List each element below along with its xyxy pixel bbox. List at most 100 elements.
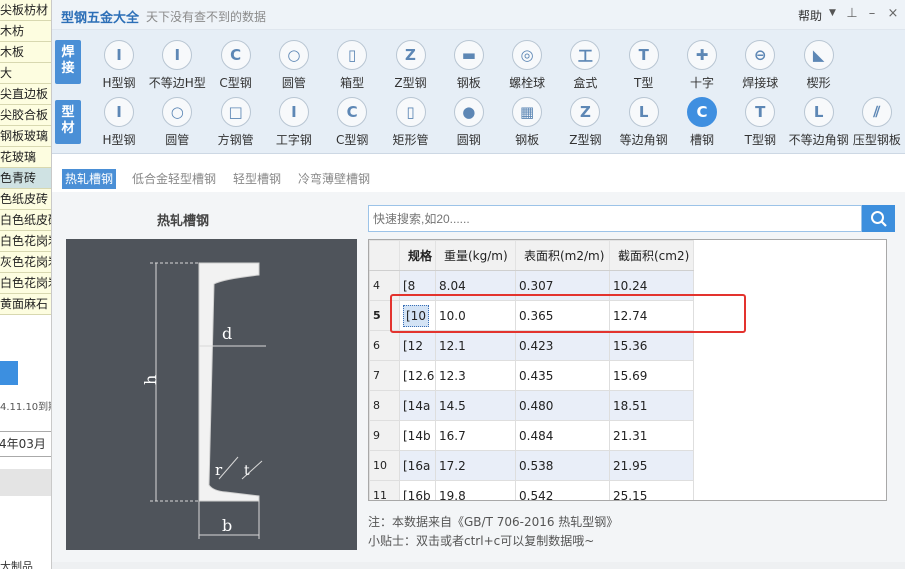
column-header[interactable]: 规格 xyxy=(399,240,436,271)
tab-3[interactable]: 冷弯薄壁槽钢 xyxy=(295,169,373,189)
profile-shape-icon: ⫽ xyxy=(861,97,892,127)
tool-row1-12[interactable]: ◣ 楔形 xyxy=(785,40,853,91)
profile-shape-icon: I xyxy=(162,40,193,70)
table-row[interactable]: 10 [16a 17.2 0.538 21.95 xyxy=(369,450,694,481)
category-toolbar: 焊接 型材 I H型钢 I 不等边H型 C C型钢 ○ 圆管 ▯ 箱型 Z Z型钢 ▬ 钢板 ◎ 螺栓球工盒式… xyxy=(52,30,905,154)
table-cell[interactable]: [16b xyxy=(399,480,436,500)
spec-table-container: 规格 重量(kg/m) 表面积(m2/m) 截面积(cm2) 4 [8 8.04 0.307… xyxy=(368,239,887,501)
gray-bar xyxy=(0,469,51,496)
spec-table: 规格 重量(kg/m) 表面积(m2/m) 截面积(cm2) 4 [8 8.04 0.307… xyxy=(369,240,694,500)
tab-0[interactable]: 热轧槽钢 xyxy=(62,169,117,189)
tab-1[interactable]: 低合金轻型槽钢 xyxy=(129,169,219,189)
table-cell[interactable]: 0.423 xyxy=(515,330,610,361)
label-d: d xyxy=(222,324,232,343)
blue-button[interactable] xyxy=(0,361,18,385)
profile-shape-icon: ▯ xyxy=(337,40,368,70)
group-tab-welded[interactable]: 焊接 xyxy=(55,40,81,84)
group-tab-welded-label: 焊接 xyxy=(61,45,75,76)
label-r: r xyxy=(215,461,223,479)
table-cell[interactable]: 14.5 xyxy=(435,390,516,421)
table-cell[interactable]: [14a xyxy=(399,390,436,421)
table-row[interactable]: 6 [12 12.1 0.423 15.36 xyxy=(369,330,694,361)
table-cell[interactable]: 15.36 xyxy=(609,330,694,361)
table-cell[interactable]: 12.1 xyxy=(435,330,516,361)
table-cell[interactable]: [14b xyxy=(399,420,436,451)
material-list-item[interactable]: 木枋 xyxy=(0,21,51,42)
material-list-item[interactable]: 色纸皮砖 xyxy=(0,189,51,210)
minimize-icon[interactable]: – xyxy=(865,6,879,21)
table-cell[interactable]: 12.3 xyxy=(435,360,516,391)
background-app-panel: 尖板枋材木枋木板大尖直边板尖胶合板钢板玻璃花玻璃色青砖色纸皮砖白色纸皮砖白色花岗… xyxy=(0,0,52,569)
profile-shape-icon: ○ xyxy=(278,40,309,70)
table-cell[interactable]: 0.484 xyxy=(515,420,610,451)
profile-shape-icon: I xyxy=(278,97,309,127)
table-cell[interactable]: 0.538 xyxy=(515,450,610,481)
material-list-item[interactable]: 白色花岗岩 xyxy=(0,231,51,252)
material-list-item[interactable]: 白色花岗岩 xyxy=(0,273,51,294)
material-list-item[interactable]: 尖胶合板 xyxy=(0,105,51,126)
search-input[interactable] xyxy=(368,205,862,232)
material-list-item[interactable]: 色青砖 xyxy=(0,168,51,189)
status-bar xyxy=(52,562,905,569)
label-t: t xyxy=(244,463,250,479)
profile-shape-icon: C xyxy=(687,97,717,127)
table-cell[interactable]: 0.480 xyxy=(515,390,610,421)
pin-icon[interactable]: ⊥ xyxy=(845,6,859,21)
material-list-item[interactable]: 黄面麻石 xyxy=(0,294,51,315)
search-button[interactable] xyxy=(862,205,895,232)
material-list-item[interactable]: 木板 xyxy=(0,42,51,63)
material-list-item[interactable]: 花玻璃 xyxy=(0,147,51,168)
row-number-cell: 11 xyxy=(369,480,400,500)
close-icon[interactable]: × xyxy=(886,6,900,21)
table-cell[interactable]: 0.542 xyxy=(515,480,610,500)
material-list-item[interactable]: 尖板枋材 xyxy=(0,0,51,21)
steel-app-window: 型钢五金大全 天下没有查不到的数据 帮助 ▼ ⊥ – × 焊接 型材 I H型钢 I… xyxy=(52,0,905,569)
profile-shape-icon: L xyxy=(628,97,659,127)
table-cell[interactable]: 21.95 xyxy=(609,450,694,481)
profile-shape-icon: ▦ xyxy=(512,97,543,127)
table-row[interactable]: 11 [16b 19.8 0.542 25.15 xyxy=(369,480,694,500)
table-cell[interactable]: [12 xyxy=(399,330,436,361)
material-list-item[interactable]: 灰色花岗岩 xyxy=(0,252,51,273)
material-list-item[interactable]: 尖直边板 xyxy=(0,84,51,105)
table-cell[interactable]: 21.31 xyxy=(609,420,694,451)
table-cell[interactable]: 16.7 xyxy=(435,420,516,451)
table-cell[interactable]: [12.6 xyxy=(399,360,436,391)
column-header[interactable]: 重量(kg/m) xyxy=(435,240,516,271)
table-cell[interactable]: 15.69 xyxy=(609,360,694,391)
profile-shape-icon: ◎ xyxy=(512,40,543,70)
profile-shape-icon: C xyxy=(337,97,368,127)
table-cell[interactable]: 19.8 xyxy=(435,480,516,500)
table-row[interactable]: 8 [14a 14.5 0.480 18.51 xyxy=(369,390,694,421)
channel-profile-shape xyxy=(198,262,260,502)
table-cell[interactable]: [16a xyxy=(399,450,436,481)
table-cell[interactable]: 18.51 xyxy=(609,390,694,421)
column-header[interactable]: 表面积(m2/m) xyxy=(515,240,610,271)
tool-row2-13[interactable]: ⫽ 压型钢板 xyxy=(843,97,905,148)
search-icon xyxy=(870,210,887,227)
profile-shape-icon: ✚ xyxy=(687,40,717,70)
table-cell[interactable]: 25.15 xyxy=(609,480,694,500)
table-row[interactable]: 7 [12.6 12.3 0.435 15.69 xyxy=(369,360,694,391)
row-number-header xyxy=(369,240,400,271)
row-number-cell: 7 xyxy=(369,360,400,391)
subtype-tabs: 热轧槽钢 低合金轻型槽钢 轻型槽钢 冷弯薄壁槽钢 xyxy=(52,164,905,192)
title-bar: 型钢五金大全 天下没有查不到的数据 帮助 ▼ ⊥ – × xyxy=(52,0,905,30)
material-list-item[interactable]: 白色纸皮砖 xyxy=(0,210,51,231)
profile-shape-icon: ▯ xyxy=(395,97,426,127)
table-cell[interactable]: 17.2 xyxy=(435,450,516,481)
data-source-note: 注：本数据来自《GB/T 706-2016 热轧型钢》 xyxy=(368,515,619,529)
help-menu[interactable]: 帮助 xyxy=(798,7,822,24)
material-list-item[interactable]: 钢板玻璃 xyxy=(0,126,51,147)
column-header[interactable]: 截面积(cm2) xyxy=(609,240,694,271)
label-b: b xyxy=(222,516,232,535)
chevron-down-icon[interactable]: ▼ xyxy=(829,8,836,18)
tab-2[interactable]: 轻型槽钢 xyxy=(230,169,284,189)
group-tab-profiles-label: 型材 xyxy=(61,105,75,136)
table-row[interactable]: 9 [14b 16.7 0.484 21.31 xyxy=(369,420,694,451)
content-panel: 热轧槽钢 d h r t b 快速搜索,如20...... 规格 重量(kg/m… xyxy=(52,192,905,569)
table-cell[interactable]: 0.435 xyxy=(515,360,610,391)
material-list-item[interactable]: 大 xyxy=(0,63,51,84)
group-tab-profiles[interactable]: 型材 xyxy=(55,100,81,144)
date-field[interactable]: 4年03月 xyxy=(0,431,51,457)
